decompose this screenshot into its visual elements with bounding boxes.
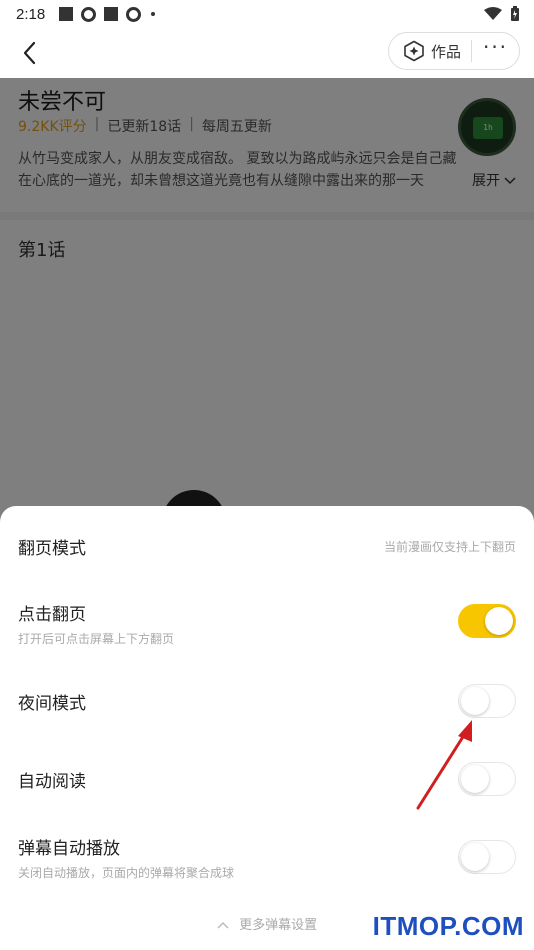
notification-square-icon <box>104 7 119 21</box>
tap-page-toggle[interactable] <box>458 604 516 638</box>
danmaku-sub: 关闭自动播放，页面内的弹幕将聚合成球 <box>18 866 235 880</box>
danmaku-row: 弹幕自动播放 关闭自动播放，页面内的弹幕将聚合成球 <box>0 832 534 882</box>
back-button[interactable] <box>14 38 44 68</box>
works-icon[interactable] <box>403 40 425 62</box>
top-nav: 作品 ··· <box>0 28 534 78</box>
notification-circle-icon <box>81 6 97 22</box>
chevron-up-icon <box>217 921 229 929</box>
wifi-icon <box>484 7 502 20</box>
danmaku-toggle[interactable] <box>458 840 516 874</box>
night-mode-label: 夜间模式 <box>18 694 86 714</box>
page-mode-label: 翻页模式 <box>18 539 86 559</box>
notification-circle-icon <box>126 6 142 22</box>
status-time: 2:18 <box>16 5 46 23</box>
notification-dot-icon <box>151 12 156 16</box>
tap-page-sub: 打开后可点击屏幕上下方翻页 <box>18 632 175 646</box>
battery-icon <box>511 6 519 21</box>
nav-pill: 作品 ··· <box>388 32 520 70</box>
toggle-knob <box>485 607 513 635</box>
auto-read-label: 自动阅读 <box>18 772 86 792</box>
watermark-logo: ITMOP.COM <box>372 911 524 941</box>
annotation-arrow-icon <box>416 720 472 810</box>
chevron-left-icon <box>23 41 36 65</box>
more-button[interactable]: ··· <box>472 37 519 65</box>
tap-page-row: 点击翻页 打开后可点击屏幕上下方翻页 <box>0 598 534 648</box>
status-bar: 2:18 <box>0 0 534 28</box>
tap-page-label: 点击翻页 <box>18 605 86 625</box>
toggle-knob <box>461 687 489 715</box>
danmaku-label: 弹幕自动播放 <box>18 839 120 859</box>
notification-square-icon <box>59 7 74 21</box>
works-button[interactable]: 作品 <box>431 41 461 62</box>
page-mode-note: 当前漫画仅支持上下翻页 <box>383 540 516 554</box>
toggle-knob <box>461 843 489 871</box>
more-danmaku-label: 更多弹幕设置 <box>239 918 318 933</box>
page-mode-row: 翻页模式 当前漫画仅支持上下翻页 <box>0 532 534 572</box>
